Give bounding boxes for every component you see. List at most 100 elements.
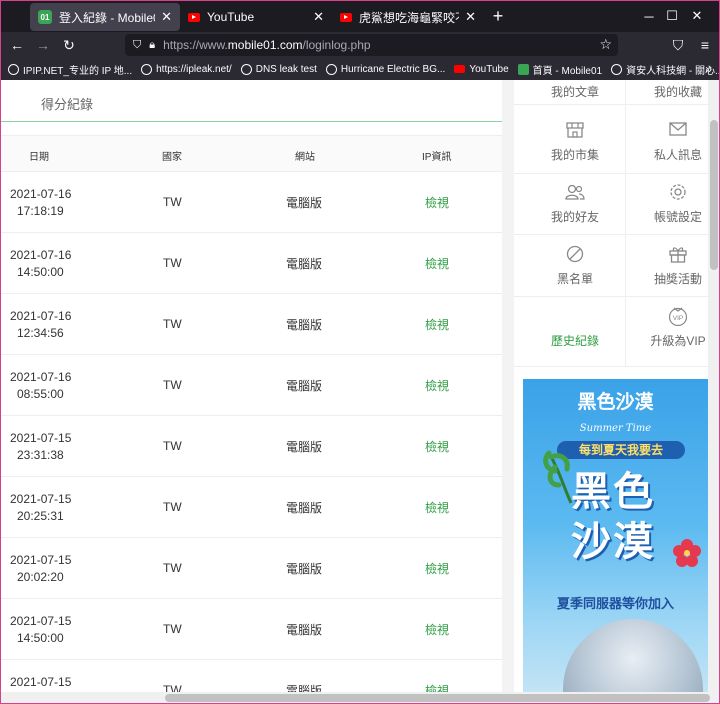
view-ip-link[interactable]: 檢視: [425, 255, 449, 272]
globe-icon: [141, 63, 153, 75]
menu-blacklist[interactable]: 黑名單: [527, 245, 623, 307]
menu-upgrade-vip[interactable]: VIP 升級為VIP: [630, 306, 720, 368]
svg-text:VIP: VIP: [673, 315, 683, 322]
menu-icon[interactable]: ≡: [692, 37, 718, 53]
bookmarks-bar: IPIP.NET_专业的 IP 地... https://ipleak.net/…: [0, 58, 720, 80]
cell-date: 2021-07-15: [10, 614, 72, 628]
menu-label: 私人訊息: [653, 148, 702, 162]
cell-country: TW: [163, 256, 182, 270]
cell-date: 2021-07-16: [10, 248, 72, 262]
new-tab-button[interactable]: +: [484, 6, 512, 27]
globe-icon: [325, 63, 337, 75]
menu-label: 黑名單: [556, 272, 593, 286]
cell-site: 電腦版: [286, 196, 323, 210]
cell-country: TW: [163, 317, 182, 331]
view-ip-link[interactable]: 檢視: [425, 499, 449, 516]
reload-icon[interactable]: ↻: [56, 37, 82, 54]
menu-my-market[interactable]: 我的市集: [527, 120, 623, 182]
view-ip-link[interactable]: 檢視: [425, 560, 449, 577]
cell-date: 2021-07-16: [10, 187, 72, 201]
cell-country: TW: [163, 500, 182, 514]
bookmark-item[interactable]: 資安人科技網 - 關心...: [611, 62, 720, 77]
view-ip-link[interactable]: 檢視: [425, 438, 449, 455]
view-ip-link[interactable]: 檢視: [425, 316, 449, 333]
pocket-icon[interactable]: ⛉: [665, 37, 691, 54]
bookmark-item[interactable]: Hurricane Electric BG...: [325, 63, 445, 75]
star-icon[interactable]: ☆: [599, 36, 612, 53]
cell-datetime: 2021-07-15: [10, 674, 71, 691]
cell-datetime: 2021-07-15 23:31:38: [10, 430, 71, 464]
menu-private-messages[interactable]: 私人訊息: [630, 120, 720, 182]
table-row: 2021-07-16 12:34:56 TW 電腦版 檢視: [0, 294, 502, 355]
view-ip-link[interactable]: 檢視: [425, 621, 449, 638]
divider: [625, 80, 626, 366]
menu-my-friends[interactable]: 我的好友: [527, 183, 623, 245]
column-header-ip: IP資訊: [422, 152, 452, 163]
bookmark-item[interactable]: YouTube: [454, 64, 509, 75]
view-ip-link[interactable]: 檢視: [425, 377, 449, 394]
url-bar[interactable]: ⛉ 🔒︎ https://www.mobile01.com/loginlog.p…: [125, 34, 618, 56]
menu-label: 帳號設定: [653, 210, 702, 224]
menu-lucky-draw[interactable]: 抽獎活動: [630, 245, 720, 307]
bookmark-item[interactable]: 首頁 - Mobile01: [517, 62, 602, 77]
window-close-button[interactable]: ✕: [674, 0, 720, 32]
cell-site: 電腦版: [286, 623, 323, 637]
table-header: 日期 國家 網站 IP資訊: [0, 135, 502, 172]
friends-icon: [527, 184, 623, 205]
gear-icon: [630, 183, 720, 206]
bookmark-item[interactable]: DNS leak test: [240, 63, 317, 75]
back-arrow-icon[interactable]: ←: [4, 37, 30, 53]
cell-datetime: 2021-07-15 14:50:00: [10, 613, 71, 647]
cell-datetime: 2021-07-15 20:25:31: [10, 491, 71, 525]
shield-icon[interactable]: ⛉: [133, 39, 141, 52]
close-icon[interactable]: ✕: [465, 9, 476, 25]
store-icon: [527, 122, 623, 143]
cell-site: 電腦版: [286, 440, 323, 454]
cell-country: TW: [163, 622, 182, 636]
cell-time: 12:34:56: [17, 326, 64, 340]
globe-icon: [611, 63, 623, 75]
table-row: 2021-07-16 08:55:00 TW 電腦版 檢視: [0, 355, 502, 416]
horizontal-scrollbar-thumb[interactable]: [165, 694, 710, 702]
cell-site: 電腦版: [286, 562, 323, 576]
menu-label: 我的好友: [550, 210, 599, 224]
globe-icon: [240, 63, 252, 75]
cell-datetime: 2021-07-16 08:55:00: [10, 369, 71, 403]
cell-time: 20:02:20: [17, 570, 64, 584]
mobile01-icon: [517, 63, 529, 75]
palm-leaf-icon: [543, 450, 573, 504]
tab-youtube-video[interactable]: 虎鯊想吃海龜緊咬不放！ 2男見 ✕: [332, 3, 484, 31]
tab-mobile01[interactable]: 01 登入紀錄 - Mobile01 ✕: [30, 3, 180, 31]
table-row: 2021-07-15 20:25:31 TW 電腦版 檢視: [0, 477, 502, 538]
close-icon[interactable]: ✕: [313, 9, 324, 25]
table-row: 2021-07-16 17:18:19 TW 電腦版 檢視: [0, 172, 502, 233]
ad-script-text: Summer Time: [579, 423, 652, 434]
column-header-site: 網站: [295, 152, 315, 163]
tab-title: YouTube: [207, 10, 255, 24]
cell-country: TW: [163, 561, 182, 575]
close-icon[interactable]: ✕: [161, 9, 172, 25]
ad-banner[interactable]: 黑色沙漠 Summer Time 每到夏天我要去 黑色 沙漠 夏季同服器等你加入: [523, 379, 708, 704]
menu-history[interactable]: 歷史紀錄: [527, 306, 623, 368]
url-text[interactable]: https://www.mobile01.com/loginlog.php: [163, 38, 370, 52]
cell-site: 電腦版: [286, 318, 323, 332]
tab-title: 虎鯊想吃海龜緊咬不放！ 2男見: [359, 10, 459, 25]
tab-youtube[interactable]: YouTube ✕: [180, 3, 332, 31]
cell-site: 電腦版: [286, 379, 323, 393]
cell-datetime: 2021-07-16 17:18:19: [10, 186, 71, 220]
cell-date: 2021-07-15: [10, 553, 72, 567]
forward-arrow-icon[interactable]: →: [30, 37, 56, 53]
view-ip-link[interactable]: 檢視: [425, 194, 449, 211]
table-row: 2021-07-15 23:31:38 TW 電腦版 檢視: [0, 416, 502, 477]
menu-account-settings[interactable]: 帳號設定: [630, 183, 720, 245]
bookmark-item[interactable]: IPIP.NET_专业的 IP 地...: [8, 62, 132, 77]
column-header-country: 國家: [162, 152, 182, 163]
bookmark-item[interactable]: https://ipleak.net/: [141, 63, 232, 75]
vertical-scrollbar-thumb[interactable]: [710, 120, 718, 270]
chevron-right-icon[interactable]: »: [705, 62, 712, 76]
cell-datetime: 2021-07-16 12:34:56: [10, 308, 71, 342]
youtube-icon: [454, 65, 466, 73]
lock-icon[interactable]: 🔒︎: [149, 39, 155, 52]
youtube-icon: [340, 12, 352, 22]
globe-icon: [8, 63, 19, 75]
